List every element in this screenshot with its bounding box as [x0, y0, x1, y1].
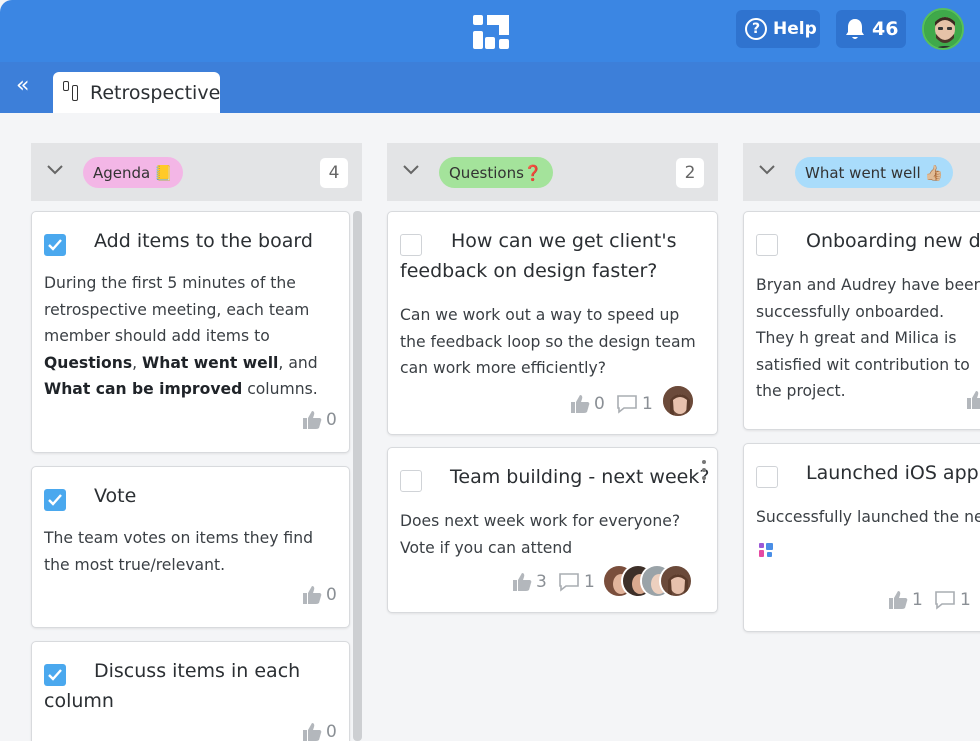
card-body: Bryan and Audrey have been successfully …	[756, 276, 980, 400]
user-avatar[interactable]	[922, 8, 964, 50]
notifications-button[interactable]: 46	[836, 10, 906, 48]
card-add-items[interactable]: Add items to the board During the first …	[31, 211, 350, 453]
participant-avatar	[659, 564, 693, 598]
comment-count: 1	[960, 590, 971, 610]
card-title: Add items to the board	[94, 230, 313, 252]
card-checkbox[interactable]	[756, 234, 778, 256]
card-ios-launch[interactable]: Launched iOS app Successfully launched t…	[743, 443, 980, 632]
comment-button[interactable]: 1	[616, 394, 653, 414]
board-icon	[63, 80, 78, 101]
column-header-questions: Questions ❓ 2	[387, 143, 718, 201]
notifications-count: 46	[872, 18, 899, 40]
card-title: How can we get client's feedback on desi…	[400, 230, 677, 282]
card-body: The team votes on items they find the mo…	[44, 529, 313, 574]
card-title: Launched iOS app	[806, 462, 979, 484]
thumbs-up-icon	[303, 411, 322, 429]
column-pill-what-went-well[interactable]: What went well 👍🏼	[795, 157, 954, 188]
like-count: 0	[326, 585, 337, 605]
like-button[interactable]: 3	[512, 572, 547, 592]
like-button[interactable]: 0	[302, 722, 337, 741]
bell-icon	[846, 19, 864, 39]
like-button[interactable]: 0	[570, 394, 605, 414]
card-team-building[interactable]: Team building - next week? Does next wee…	[387, 447, 718, 613]
column-label: Questions	[449, 163, 524, 182]
comment-icon	[617, 395, 637, 414]
column-label: Agenda	[93, 163, 151, 182]
collapse-sidebar-icon[interactable]: «	[16, 75, 29, 97]
card-title: Vote	[94, 485, 137, 507]
column-header-agenda: Agenda 📒 4	[31, 143, 362, 201]
like-button[interactable]: 1	[888, 590, 923, 610]
thumbs-up-emoji-icon: 👍🏼	[924, 163, 944, 182]
column-scrollbar[interactable]	[353, 211, 362, 741]
top-header: ? Help 46	[0, 0, 980, 62]
like-count: 0	[326, 722, 337, 741]
thumbs-up-icon	[303, 723, 322, 741]
like-count: 0	[326, 410, 337, 430]
like-button[interactable]	[966, 390, 980, 410]
card-client-feedback[interactable]: How can we get client's feedback on desi…	[387, 211, 718, 435]
card-body: Does next week work for everyone? Vote i…	[400, 512, 681, 557]
column-count: 2	[676, 158, 704, 188]
more-options-icon[interactable]	[702, 460, 706, 484]
like-count: 1	[912, 590, 923, 610]
app-frame: ? Help 46 « Retrospective Agenda 📒 4 Que…	[0, 0, 980, 741]
card-title: Discuss items in each column	[44, 660, 301, 712]
card-body: During the first 5 minutes of the retros…	[44, 274, 318, 398]
chevron-down-icon[interactable]	[403, 165, 419, 175]
thumbs-up-icon	[513, 573, 532, 591]
question-emoji-icon: ❓	[523, 163, 543, 182]
like-count: 3	[536, 572, 547, 592]
help-label: Help	[773, 19, 817, 39]
card-checkbox[interactable]	[756, 466, 778, 488]
column-pill-agenda[interactable]: Agenda 📒	[83, 157, 183, 188]
card-body: Can we work out a way to speed up the fe…	[400, 306, 696, 377]
card-checkbox[interactable]	[44, 234, 66, 256]
comment-icon	[935, 591, 955, 610]
help-button[interactable]: ? Help	[736, 10, 820, 48]
thumbs-up-icon	[571, 395, 590, 413]
like-count: 0	[594, 394, 605, 414]
card-onboarding[interactable]: Onboarding new de Bryan and Audrey have …	[743, 211, 980, 430]
app-logo-icon[interactable]	[471, 13, 511, 51]
thumbs-up-icon	[889, 591, 908, 609]
thumbs-up-icon	[303, 586, 322, 604]
card-title: Team building - next week?	[450, 466, 710, 488]
card-checkbox[interactable]	[400, 470, 422, 492]
notebook-emoji-icon: 📒	[154, 163, 173, 182]
comment-icon	[559, 573, 579, 592]
comment-button[interactable]: 1	[558, 572, 595, 592]
card-title: Onboarding new de	[806, 230, 980, 252]
comment-button[interactable]: 1	[934, 590, 971, 610]
chevron-down-icon[interactable]	[47, 165, 63, 175]
tab-retrospective[interactable]: Retrospective	[53, 72, 220, 113]
column-pill-questions[interactable]: Questions ❓	[439, 157, 553, 188]
check-icon	[48, 494, 62, 506]
thumbs-up-icon	[967, 391, 980, 409]
like-button[interactable]: 0	[302, 585, 337, 605]
card-vote[interactable]: Vote The team votes on items they find t…	[31, 466, 350, 628]
app-logo-icon[interactable]	[758, 542, 774, 558]
comment-count: 1	[584, 572, 595, 592]
card-checkbox[interactable]	[44, 489, 66, 511]
comment-count: 1	[642, 394, 653, 414]
chevron-down-icon[interactable]	[759, 165, 775, 175]
column-header-what-went-well: What went well 👍🏼	[743, 143, 980, 201]
question-icon: ?	[745, 18, 767, 40]
column-label: What went well	[805, 163, 921, 182]
card-discuss-items[interactable]: Discuss items in each column 0	[31, 641, 350, 741]
participant-avatar	[661, 384, 695, 418]
check-icon	[48, 239, 62, 251]
column-count: 4	[320, 158, 348, 188]
card-body: Successfully launched the new	[756, 508, 980, 526]
tab-label: Retrospective	[90, 81, 221, 104]
like-button[interactable]: 0	[302, 410, 337, 430]
